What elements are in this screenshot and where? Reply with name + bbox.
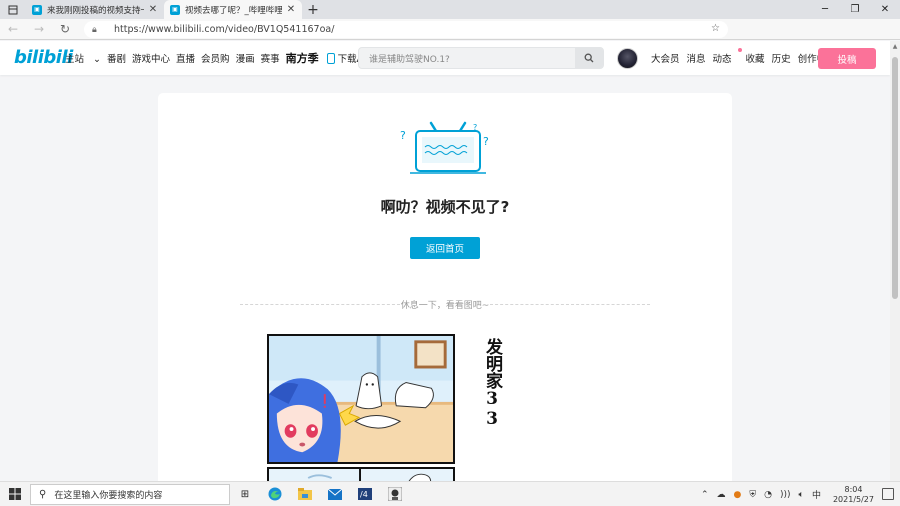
bilibili-favicon-icon: ▣ xyxy=(170,4,180,15)
scrollbar-thumb[interactable] xyxy=(892,57,898,299)
refresh-icon[interactable]: ↻ xyxy=(52,19,78,40)
svg-text:/4: /4 xyxy=(360,490,368,499)
favorites-link[interactable]: 收藏 xyxy=(746,51,765,65)
page-scrollbar[interactable]: ▲ xyxy=(890,41,900,481)
error-title: 啊叻？视频不见了? xyxy=(380,198,510,216)
add-favorite-icon[interactable]: ☆ xyxy=(711,23,720,34)
url-field[interactable]: 🔒︎ https://www.bilibili.com/video/BV1Q54… xyxy=(84,21,728,38)
windows-start-icon[interactable] xyxy=(0,482,30,506)
nav-game-center[interactable]: 游戏中心 xyxy=(132,51,170,65)
back-icon[interactable]: ← xyxy=(0,19,26,40)
tray-expand-icon[interactable]: ⌃ xyxy=(701,490,709,500)
wifi-icon[interactable]: ))) xyxy=(780,490,791,500)
taskbar-clock[interactable]: 8:04 2021/5/27 xyxy=(833,485,874,505)
taskbar-search-placeholder: 在这里输入你要搜索的内容 xyxy=(54,490,163,501)
close-tab-icon[interactable]: ✕ xyxy=(148,4,158,15)
svg-text:?: ? xyxy=(483,135,489,148)
nav-bangumi[interactable]: 番剧 xyxy=(107,51,126,65)
app-icon[interactable]: /4 xyxy=(350,482,380,506)
windows-taskbar: ⚲ 在这里输入你要搜索的内容 ⊞ /4 ⌃ ☁ ● ⛨ ◔ ))) 🔈︎ 中 8… xyxy=(0,481,900,506)
nav-esports[interactable]: 赛事 xyxy=(261,51,280,65)
upload-button[interactable]: 投稿 xyxy=(818,48,876,69)
onedrive-icon[interactable]: ☁ xyxy=(717,490,726,500)
search-input[interactable]: 谁是辅助驾驶NO.1? xyxy=(358,47,604,69)
browser-tab-strip: ▣ 来我刚刚投稿的视频支持一波 - 哔哩哔哩 ✕ ▣ 视频去哪了呢？_哔哩哔哩 … xyxy=(0,0,900,19)
bilibili-logo[interactable]: bilibili xyxy=(14,47,73,68)
task-view-icon[interactable]: ⊞ xyxy=(230,482,260,506)
notification-dot xyxy=(737,48,742,52)
tab-title: 视频去哪了呢？_哔哩哔哩 (゜-゜)つロ xyxy=(185,5,282,16)
search-button[interactable] xyxy=(575,48,603,68)
nav-shop[interactable]: 会员购 xyxy=(201,51,230,65)
tray-app-icon[interactable]: ● xyxy=(734,490,742,500)
comic-panel-image xyxy=(267,334,455,464)
notification-center-icon[interactable] xyxy=(882,488,894,500)
avatar[interactable] xyxy=(617,48,638,69)
restore-icon[interactable]: ❐ xyxy=(840,0,870,19)
svg-text:?: ? xyxy=(400,129,406,142)
address-bar-row: ← → ↻ 🔒︎ https://www.bilibili.com/video/… xyxy=(0,19,900,55)
divider-text: 休息一下，看看图吧~ xyxy=(400,301,490,311)
taskbar-search-input[interactable]: ⚲ 在这里输入你要搜索的内容 xyxy=(30,483,230,505)
comic-caption: 发明家33 xyxy=(482,338,502,429)
nav-manga[interactable]: 漫画 xyxy=(236,51,255,65)
broken-tv-icon: ? ? ? xyxy=(400,121,489,174)
ime-indicator[interactable]: 中 xyxy=(812,488,821,501)
search-icon: ⚲ xyxy=(39,488,47,500)
tab-title: 来我刚刚投稿的视频支持一波 - 哔哩哔哩 xyxy=(47,5,144,16)
rest-divider: 休息一下，看看图吧~ xyxy=(240,298,650,311)
system-tray: ⌃ ☁ ● ⛨ ◔ ))) 🔈︎ 中 8:04 2021/5/27 xyxy=(693,482,874,506)
user-menu: 大会员 消息 动态 收藏 历史 创作中心 xyxy=(651,41,843,75)
error-card: ? ? ? 啊叻？视频不见了? 返回首页 休息一下，看看图吧~ 发明家33 xyxy=(158,93,732,493)
mail-icon[interactable] xyxy=(320,482,350,506)
search-placeholder: 谁是辅助驾驶NO.1? xyxy=(369,54,450,65)
running-app-icon[interactable] xyxy=(380,482,410,506)
forward-icon[interactable]: → xyxy=(26,19,52,40)
site-header: bilibili 主站 ⌄ 番剧 游戏中心 直播 会员购 漫画 赛事 南方季 下… xyxy=(0,41,890,75)
browser-tab-2[interactable]: ▣ 视频去哪了呢？_哔哩哔哩 (゜-゜)つロ ✕ xyxy=(164,0,302,19)
browser-tab-1[interactable]: ▣ 来我刚刚投稿的视频支持一波 - 哔哩哔哩 ✕ xyxy=(26,0,164,19)
network-icon[interactable]: ◔ xyxy=(764,490,772,500)
window-controls: ─ ❐ ✕ xyxy=(810,0,900,19)
main-nav: 主站 ⌄ 番剧 游戏中心 直播 会员购 漫画 赛事 南方季 下载APP xyxy=(65,41,387,75)
vip-link[interactable]: 大会员 xyxy=(651,51,680,65)
history-link[interactable]: 历史 xyxy=(772,51,791,65)
tab-actions-icon[interactable] xyxy=(0,0,26,19)
phone-icon xyxy=(326,52,335,64)
close-window-icon[interactable]: ✕ xyxy=(870,0,900,19)
new-tab-button[interactable]: + xyxy=(302,0,324,19)
nav-live[interactable]: 直播 xyxy=(176,51,195,65)
minimize-icon[interactable]: ─ xyxy=(810,0,840,19)
back-home-button[interactable]: 返回首页 xyxy=(410,237,480,259)
file-explorer-icon[interactable] xyxy=(290,482,320,506)
bilibili-favicon-icon: ▣ xyxy=(32,4,42,15)
lock-icon: 🔒︎ xyxy=(92,24,97,35)
search-icon xyxy=(584,53,594,63)
edge-browser-icon[interactable] xyxy=(260,482,290,506)
scroll-up-icon[interactable]: ▲ xyxy=(890,41,900,51)
security-icon[interactable]: ⛨ xyxy=(749,490,756,500)
nav-special-event[interactable]: 南方季 xyxy=(286,50,319,66)
clock-time: 8:04 xyxy=(844,484,863,494)
volume-icon[interactable]: 🔈︎ xyxy=(799,490,804,500)
url-text: https://www.bilibili.com/video/BV1Q54116… xyxy=(114,24,335,35)
clock-date: 2021/5/27 xyxy=(832,494,874,504)
nav-home[interactable]: 主站 ⌄ xyxy=(65,51,101,65)
messages-link[interactable]: 消息 xyxy=(687,51,706,65)
close-tab-icon[interactable]: ✕ xyxy=(286,4,296,15)
dynamics-link[interactable]: 动态 xyxy=(713,48,742,65)
